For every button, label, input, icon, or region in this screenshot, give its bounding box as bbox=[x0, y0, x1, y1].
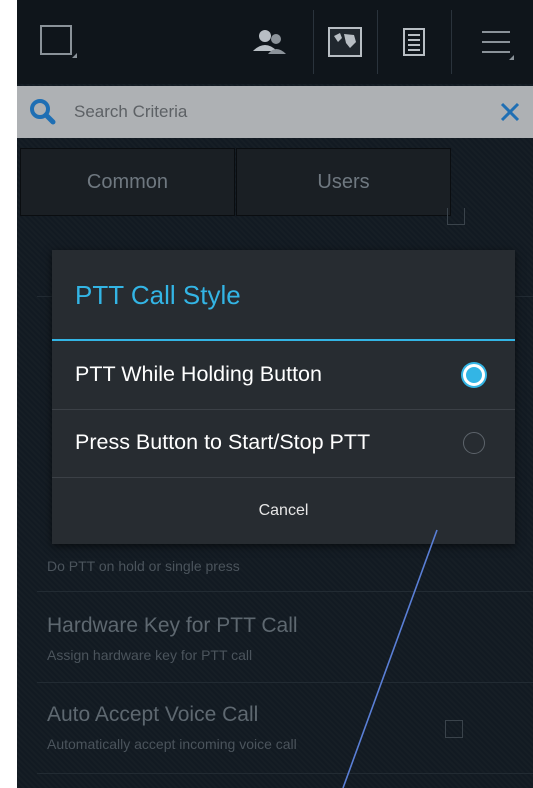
annotation-line bbox=[342, 529, 438, 788]
app-screen: Common Users Do PTT on hold or single pr… bbox=[17, 0, 533, 788]
